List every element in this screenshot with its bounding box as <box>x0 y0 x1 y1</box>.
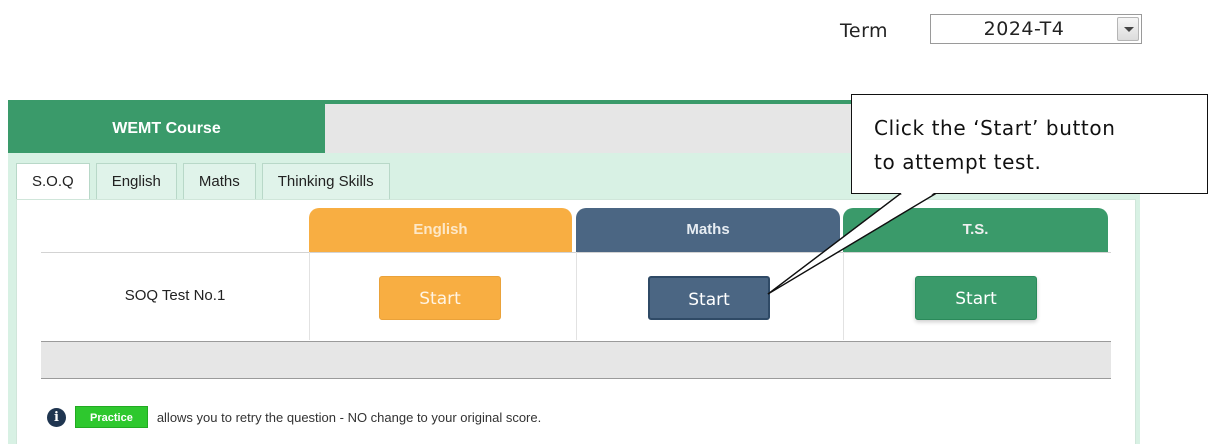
test-tabs: S.O.Q English Maths Thinking Skills <box>16 163 396 201</box>
course-title: WEMT Course <box>8 104 325 153</box>
ts-column-header: T.S. <box>843 208 1108 252</box>
cell-divider <box>843 252 844 340</box>
practice-note-text: allows you to retry the question - NO ch… <box>156 409 542 425</box>
tab-english[interactable]: English <box>95 163 177 199</box>
term-select[interactable]: 2024-T4 <box>930 14 1142 44</box>
practice-note: i Practice allows you to retry the quest… <box>47 405 541 429</box>
table-footer-bar <box>41 341 1111 379</box>
info-circle-icon: i <box>47 407 66 427</box>
term-label: Term <box>840 20 889 42</box>
english-start-button[interactable]: Start <box>379 276 501 320</box>
tab-maths[interactable]: Maths <box>182 163 256 199</box>
callout-line-1: Click the ‘Start’ button <box>874 116 1116 140</box>
term-selected-value: 2024-T4 <box>983 18 1065 40</box>
tab-thinking-skills[interactable]: Thinking Skills <box>261 163 390 199</box>
test-name: SOQ Test No.1 <box>124 287 226 304</box>
tab-soq[interactable]: S.O.Q <box>16 163 90 201</box>
ts-start-button[interactable]: Start <box>915 276 1037 320</box>
cell-divider <box>576 252 577 340</box>
cell-divider <box>309 252 310 340</box>
maths-column-header: Maths <box>576 208 840 252</box>
practice-badge: Practice <box>75 406 148 428</box>
chevron-down-icon[interactable] <box>1117 17 1139 41</box>
callout-line-2: to attempt test. <box>874 150 1042 174</box>
callout-box: Click the ‘Start’ button to attempt test… <box>851 94 1208 194</box>
english-column-header: English <box>309 208 572 252</box>
maths-start-button[interactable]: Start <box>648 276 770 320</box>
tab-content: English Maths T.S. SOQ Test No.1 Start S… <box>16 199 1136 444</box>
